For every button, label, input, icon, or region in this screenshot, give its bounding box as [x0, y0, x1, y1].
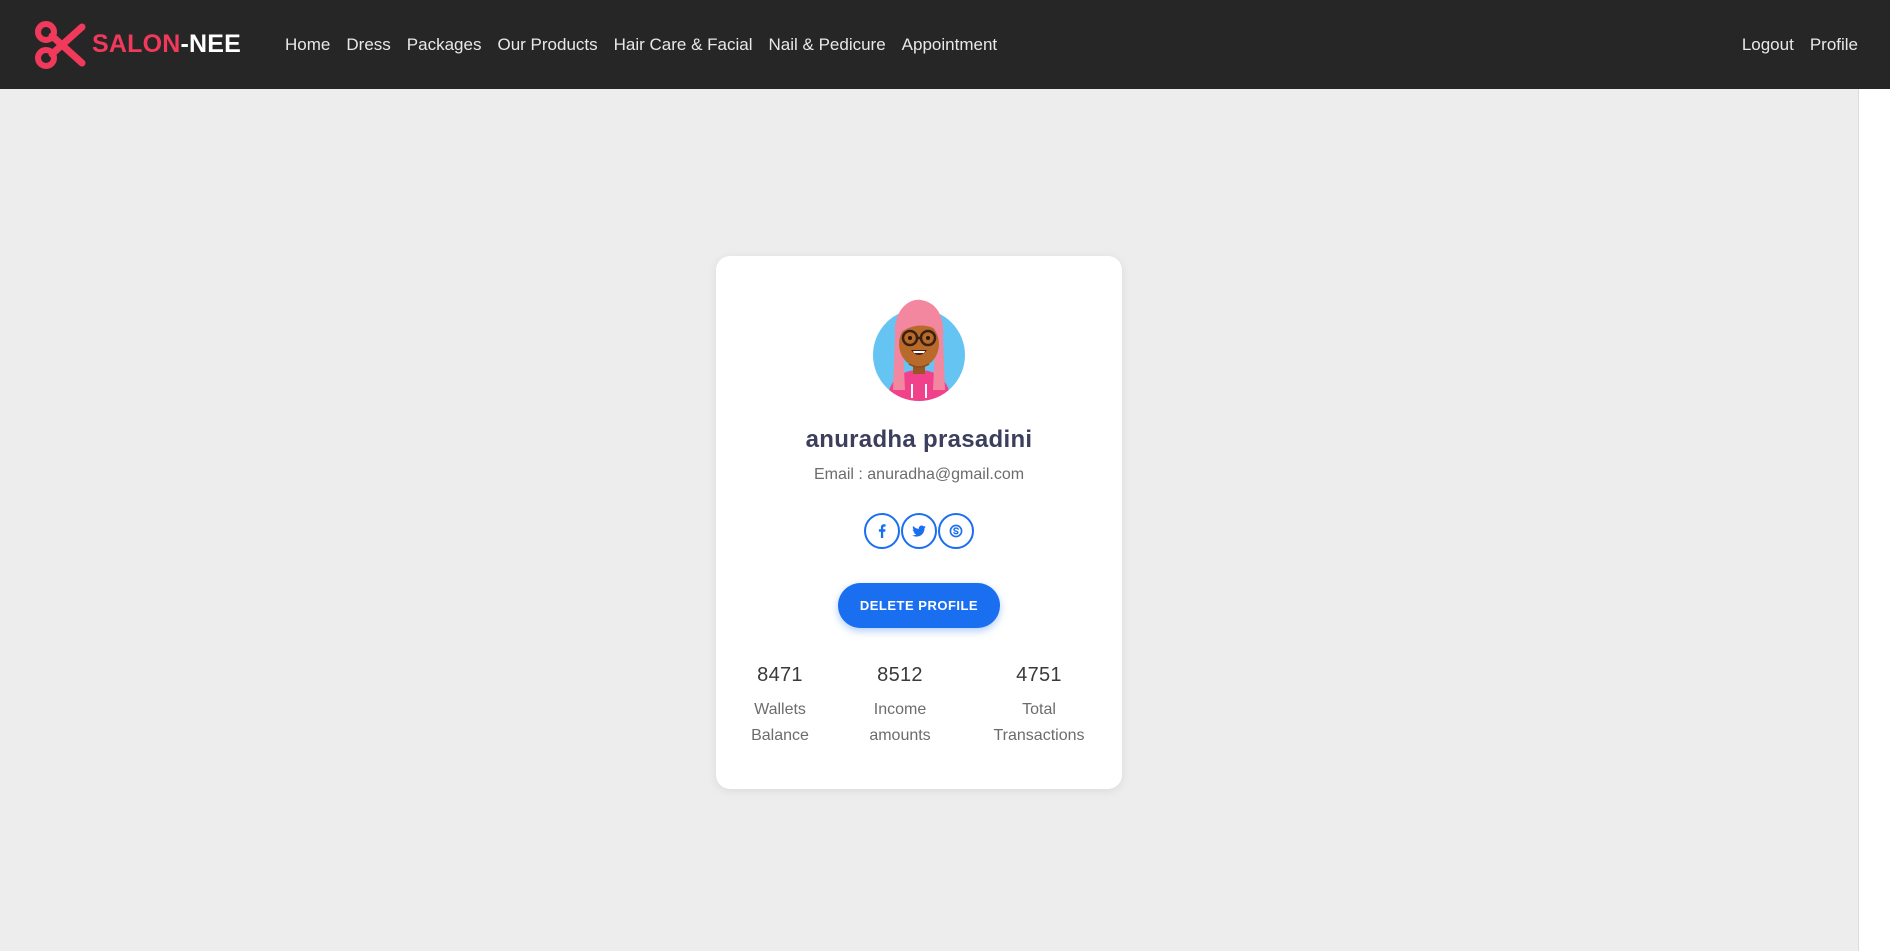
nav-appointment[interactable]: Appointment: [902, 35, 997, 55]
facebook-button[interactable]: [864, 513, 900, 549]
brand-name-rest: -NEE: [180, 30, 242, 58]
nav-logout[interactable]: Logout: [1742, 35, 1794, 55]
stat-label-line: Income: [873, 701, 927, 718]
profile-name: anuradha prasadini: [805, 426, 1033, 453]
nav-packages[interactable]: Packages: [407, 35, 482, 55]
social-links: [864, 513, 975, 549]
stat-income-amounts: 8512 Income amounts: [864, 664, 936, 749]
brand-name: SALON-NEE: [92, 30, 241, 59]
delete-profile-button[interactable]: DELETE PROFILE: [838, 583, 1000, 628]
stat-total-transactions: 4751 Total Transactions: [982, 664, 1096, 749]
stat-label: Wallets Balance: [744, 697, 816, 749]
scrollbar-gutter[interactable]: [1858, 89, 1890, 951]
main-nav: Home Dress Packages Our Products Hair Ca…: [285, 35, 1013, 55]
stat-label-line: Wallets: [754, 701, 806, 718]
skype-icon: [949, 524, 963, 538]
stat-label-line: amounts: [869, 727, 931, 744]
nav-nail-pedicure[interactable]: Nail & Pedicure: [769, 35, 886, 55]
stat-value: 8512: [877, 664, 923, 686]
stat-label-line: Transactions: [993, 727, 1085, 744]
facebook-icon: [875, 524, 889, 538]
nav-our-products[interactable]: Our Products: [497, 35, 597, 55]
twitter-button[interactable]: [901, 513, 937, 549]
avatar: [873, 298, 965, 401]
nav-dress[interactable]: Dress: [346, 35, 390, 55]
scissors-icon: [34, 19, 86, 71]
page-content: anuradha prasadini Email : anuradha@gmai…: [0, 89, 1858, 951]
twitter-icon: [912, 524, 926, 538]
stat-label: Total Transactions: [982, 697, 1096, 749]
top-navbar: SALON-NEE Home Dress Packages Our Produc…: [0, 0, 1890, 89]
brand-name-accent: SALON: [92, 30, 181, 58]
nav-hair-care-facial[interactable]: Hair Care & Facial: [614, 35, 753, 55]
nav-profile[interactable]: Profile: [1810, 35, 1858, 55]
nav-home[interactable]: Home: [285, 35, 330, 55]
stat-value: 4751: [1016, 664, 1062, 686]
profile-card: anuradha prasadini Email : anuradha@gmai…: [716, 256, 1122, 789]
stat-wallets-balance: 8471 Wallets Balance: [744, 664, 816, 749]
stat-label: Income amounts: [864, 697, 936, 749]
stat-label-line: Total: [1022, 701, 1056, 718]
profile-email: Email : anuradha@gmail.com: [813, 466, 1025, 483]
skype-button[interactable]: [938, 513, 974, 549]
user-nav: Logout Profile: [1726, 0, 1858, 89]
stat-label-line: Balance: [751, 727, 809, 744]
stat-value: 8471: [757, 664, 803, 686]
brand-logo-link[interactable]: SALON-NEE: [34, 19, 241, 71]
avatar-illustration: [873, 299, 965, 401]
